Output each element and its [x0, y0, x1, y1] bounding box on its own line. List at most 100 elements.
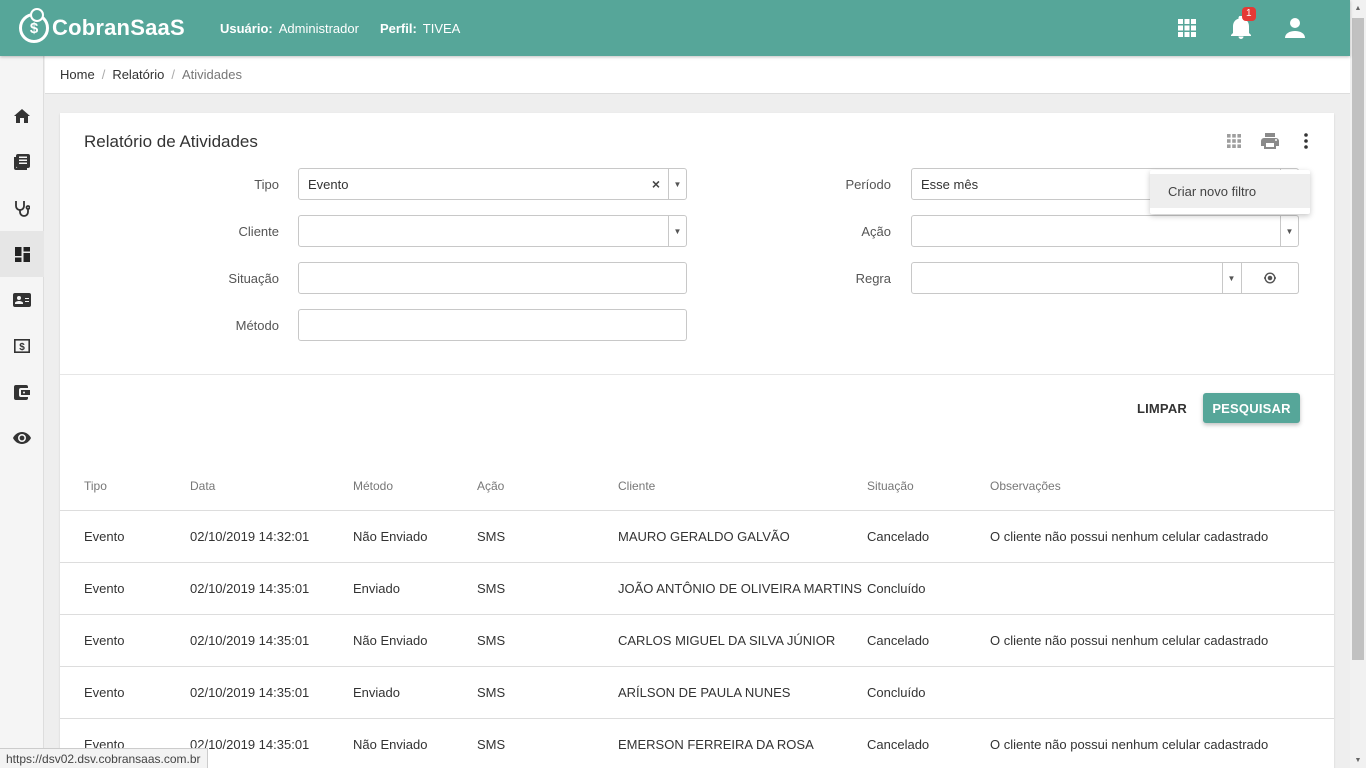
tipo-select[interactable]: Evento × ▼	[298, 168, 687, 200]
eye-icon	[13, 432, 31, 444]
regra-select[interactable]: ▼	[911, 262, 1299, 294]
home-icon	[14, 109, 30, 123]
cell-metodo: Não Enviado	[353, 633, 428, 648]
cell-data: 02/10/2019 14:35:01	[190, 581, 310, 596]
periodo-value: Esse mês	[921, 176, 979, 192]
sidebar-item-library[interactable]	[0, 139, 44, 185]
person-icon	[1285, 18, 1305, 38]
scroll-down-arrow-icon[interactable]: ▼	[1350, 752, 1366, 768]
dropdown-arrow-icon[interactable]: ▼	[1222, 263, 1240, 293]
logo-coin-icon: $	[19, 8, 49, 43]
col-header-data[interactable]: Data	[190, 479, 353, 493]
dropdown-arrow-icon[interactable]: ▼	[668, 216, 686, 246]
app-logo[interactable]: $ CobranSaaS	[19, 8, 199, 43]
card-toolbar	[1222, 129, 1318, 153]
cell-situacao: Cancelado	[867, 737, 930, 752]
cell-acao: SMS	[477, 633, 506, 648]
profile-value: TIVEA	[422, 20, 461, 36]
notifications-button[interactable]: 1	[1214, 0, 1268, 56]
cell-acao: SMS	[477, 685, 506, 700]
cell-data: 02/10/2019 14:35:01	[190, 685, 310, 700]
table-row[interactable]: Evento 02/10/2019 14:32:01 Não Enviado S…	[60, 511, 1334, 563]
acao-select[interactable]: ▼	[911, 215, 1299, 247]
sidebar-item-home[interactable]	[0, 93, 44, 139]
vertical-scrollbar[interactable]: ▲ ▼	[1350, 0, 1366, 768]
cell-cliente: JOÃO ANTÔNIO DE OLIVEIRA MARTINS	[618, 581, 862, 596]
user-info: Usuário: Administrador	[220, 21, 359, 36]
limpar-button[interactable]: LIMPAR	[1131, 393, 1193, 423]
cell-metodo: Não Enviado	[353, 529, 428, 544]
print-button[interactable]	[1258, 129, 1282, 153]
notification-badge: 1	[1242, 7, 1256, 21]
dropdown-arrow-icon[interactable]: ▼	[668, 169, 686, 199]
dropdown-arrow-icon[interactable]: ▼	[1280, 216, 1298, 246]
cell-metodo: Enviado	[353, 581, 400, 596]
user-value: Administrador	[278, 20, 359, 36]
col-header-cliente[interactable]: Cliente	[618, 479, 867, 493]
cell-observacoes: O cliente não possui nenhum celular cada…	[990, 737, 1269, 752]
col-header-observacoes[interactable]: Observações	[990, 479, 1274, 493]
situacao-input[interactable]	[298, 262, 687, 294]
library-books-icon	[14, 154, 30, 170]
cell-data: 02/10/2019 14:32:01	[190, 529, 310, 544]
dashboard-icon	[14, 246, 30, 262]
table-row[interactable]: Evento 02/10/2019 14:35:01 Não Enviado S…	[60, 719, 1334, 768]
sidebar-item-health[interactable]	[0, 185, 44, 231]
user-account-button[interactable]	[1268, 0, 1322, 56]
metodo-label: Método	[235, 318, 279, 333]
clear-icon[interactable]: ×	[652, 176, 660, 192]
cell-acao: SMS	[477, 529, 506, 544]
cell-situacao: Cancelado	[867, 529, 930, 544]
apps-grid-icon	[1178, 19, 1196, 37]
scrollbar-thumb[interactable]	[1352, 18, 1364, 660]
money-icon: $	[14, 339, 30, 353]
report-card: Relatório de Atividades Tipo Evento × ▼ …	[60, 113, 1334, 768]
printer-icon	[1261, 133, 1279, 149]
sidebar: $	[0, 56, 44, 768]
col-header-situacao[interactable]: Situação	[867, 479, 990, 493]
table-row[interactable]: Evento 02/10/2019 14:35:01 Não Enviado S…	[60, 615, 1334, 667]
table-row[interactable]: Evento 02/10/2019 14:35:01 Enviado SMS J…	[60, 563, 1334, 615]
breadcrumb-home[interactable]: Home	[60, 67, 95, 82]
cell-cliente: CARLOS MIGUEL DA SILVA JÚNIOR	[618, 633, 836, 648]
menu-item-criar-filtro[interactable]: Criar novo filtro	[1150, 174, 1310, 208]
app-header: $ CobranSaaS Usuário: Administrador Perf…	[0, 0, 1350, 56]
apps-grid-button[interactable]	[1160, 0, 1214, 56]
sidebar-item-dashboard[interactable]	[0, 231, 44, 277]
situacao-label: Situação	[228, 271, 279, 286]
cell-situacao: Concluído	[867, 685, 926, 700]
regra-view-button[interactable]	[1241, 262, 1299, 294]
sidebar-item-contacts[interactable]	[0, 277, 44, 323]
cell-data: 02/10/2019 14:35:01	[190, 737, 310, 752]
table-row[interactable]: Evento 02/10/2019 14:35:01 Enviado SMS A…	[60, 667, 1334, 719]
cliente-label: Cliente	[238, 224, 279, 239]
columns-grid-button[interactable]	[1222, 129, 1246, 153]
metodo-input[interactable]	[298, 309, 687, 341]
cell-tipo: Evento	[84, 685, 125, 700]
more-options-button[interactable]	[1294, 129, 1318, 153]
cell-metodo: Enviado	[353, 685, 400, 700]
breadcrumb-current: Atividades	[181, 67, 242, 82]
sidebar-item-monitor[interactable]	[0, 415, 44, 461]
cell-data: 02/10/2019 14:35:01	[190, 633, 310, 648]
scroll-up-arrow-icon[interactable]: ▲	[1350, 0, 1366, 16]
wallet-icon	[14, 384, 30, 400]
cell-tipo: Evento	[84, 581, 125, 596]
acao-label: Ação	[861, 224, 891, 239]
more-vert-icon	[1304, 133, 1308, 149]
cell-situacao: Concluído	[867, 581, 926, 596]
user-label: Usuário:	[220, 20, 273, 36]
col-header-tipo[interactable]: Tipo	[60, 479, 190, 493]
col-header-metodo[interactable]: Método	[353, 479, 477, 493]
cliente-select[interactable]: ▼	[298, 215, 687, 247]
breadcrumb-relatorio[interactable]: Relatório	[112, 67, 164, 82]
pesquisar-button[interactable]: PESQUISAR	[1203, 393, 1300, 423]
sidebar-item-wallet[interactable]	[0, 369, 44, 415]
cell-tipo: Evento	[84, 529, 125, 544]
stethoscope-icon	[15, 200, 30, 217]
sidebar-item-finance[interactable]: $	[0, 323, 44, 369]
activities-table: Tipo Data Método Ação Cliente Situação O…	[60, 462, 1334, 768]
regra-label: Regra	[855, 271, 891, 286]
col-header-acao[interactable]: Ação	[477, 479, 618, 493]
breadcrumb-separator: /	[101, 67, 106, 82]
